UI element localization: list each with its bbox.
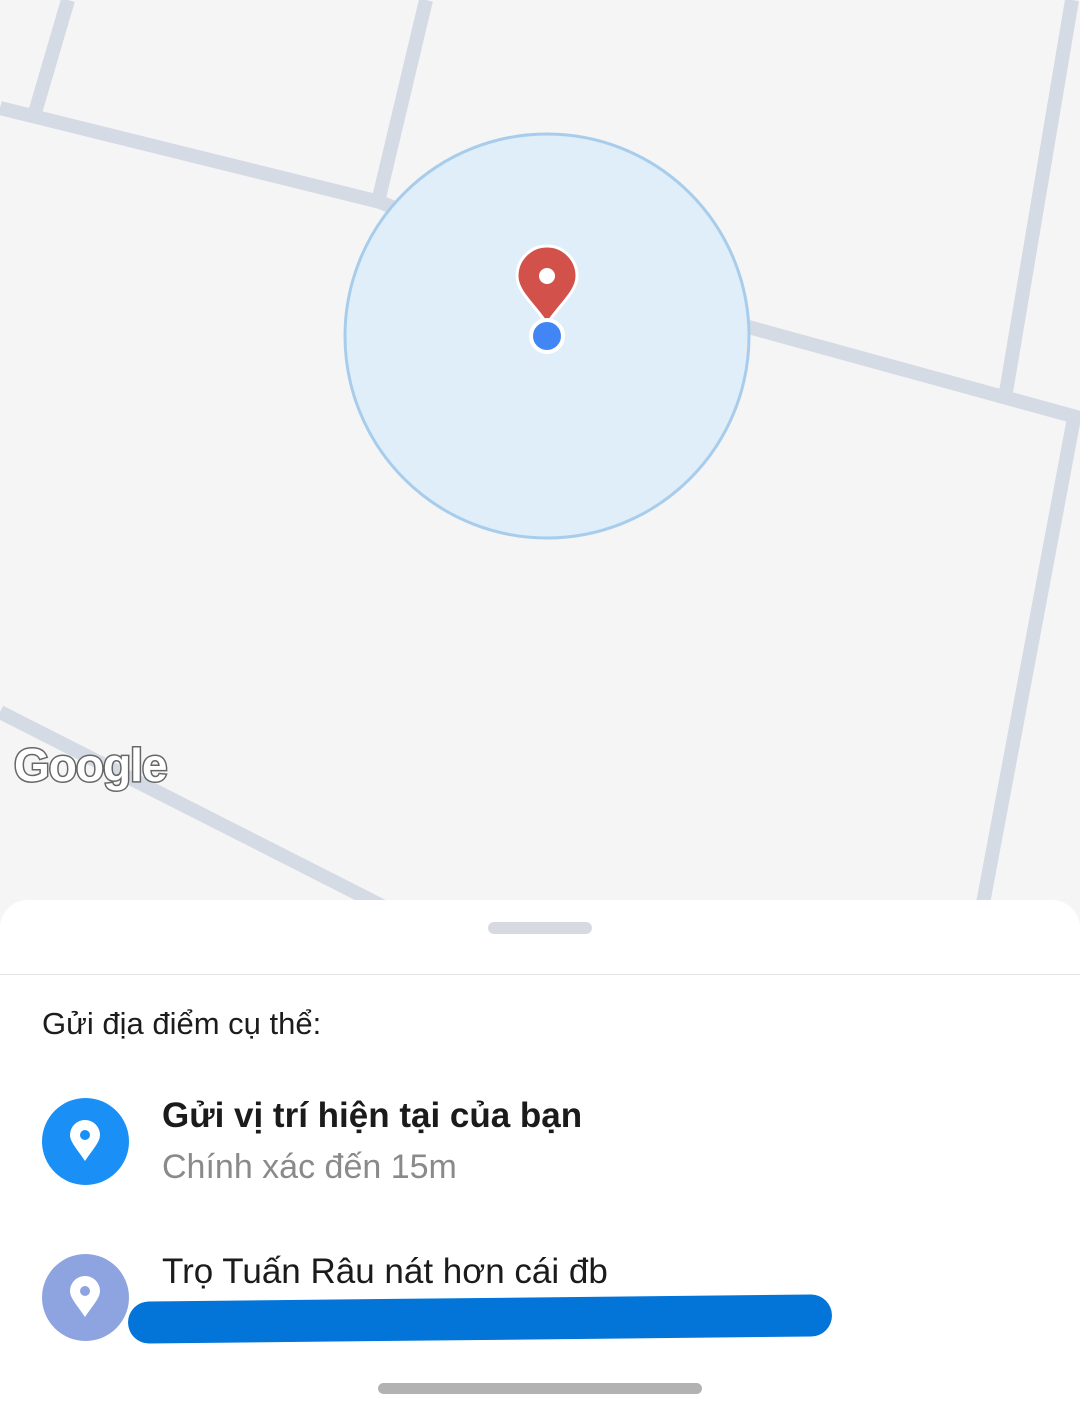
google-logo: Google [12, 738, 168, 793]
location-title: Trọ Tuấn Râu nát hơn cái đb [162, 1252, 608, 1291]
road [371, 0, 433, 204]
drag-handle[interactable] [488, 922, 592, 934]
divider [0, 974, 1080, 975]
road [997, 0, 1079, 406]
section-title: Gửi địa điểm cụ thể: [42, 1006, 322, 1041]
home-indicator[interactable] [378, 1383, 702, 1394]
location-subtitle: Chính xác đến 15m [162, 1148, 457, 1186]
road [27, 0, 75, 118]
road [971, 416, 1080, 930]
redaction-mark [127, 1294, 833, 1344]
bottom-sheet: Gửi địa điểm cụ thể: Gửi vị trí hiện tại… [0, 900, 1080, 1408]
location-title: Gửi vị trí hiện tại của bạn [162, 1096, 583, 1135]
send-current-location-item[interactable]: Gửi vị trí hiện tại của bạn Chính xác đế… [0, 1088, 1080, 1198]
location-pin-icon [42, 1254, 129, 1341]
map-view[interactable]: Google [0, 0, 1080, 930]
road [0, 101, 382, 209]
location-pin-icon [42, 1098, 129, 1185]
current-location-dot [529, 318, 565, 354]
